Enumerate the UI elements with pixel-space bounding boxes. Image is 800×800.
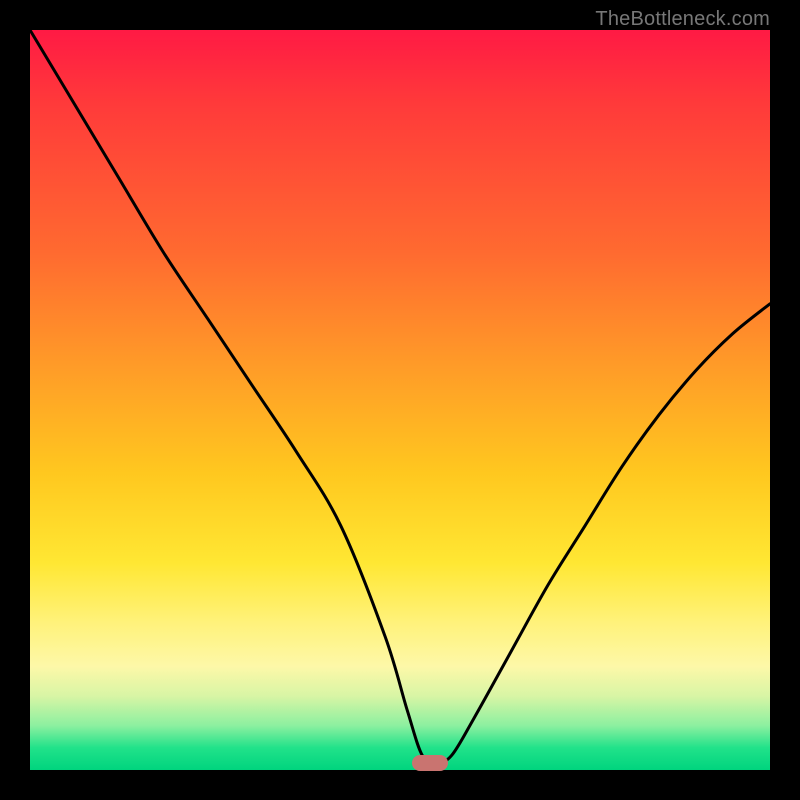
optimal-marker — [412, 755, 448, 771]
chart-container: TheBottleneck.com — [0, 0, 800, 800]
curve-svg — [30, 30, 770, 770]
plot-area — [30, 30, 770, 770]
watermark-text: TheBottleneck.com — [595, 8, 770, 31]
bottleneck-curve-path — [30, 30, 770, 763]
